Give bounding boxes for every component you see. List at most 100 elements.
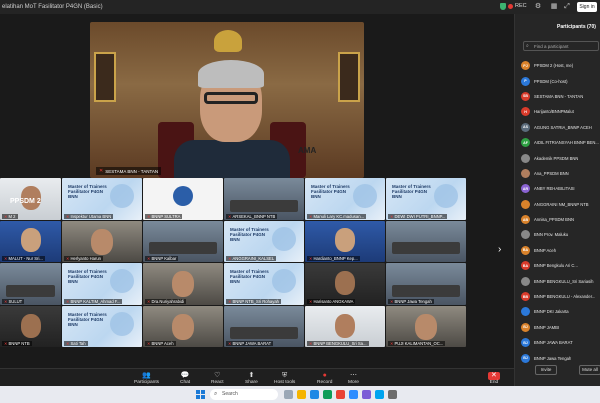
participant-video-tile[interactable]: ✕ BNNP BENGKULU_Sri Sa...	[305, 305, 385, 347]
participant-list-item[interactable]: SB SESTAMA BNN - TANTAN	[521, 89, 600, 104]
participant-list-item[interactable]: AS AGUNG SATRIA_BNNP ACEH	[521, 120, 600, 135]
active-speaker-video[interactable]: AMA ✕ SESTAMA BNN - TANTAN	[90, 22, 364, 178]
participant-name: BNNP DKI Jakarta	[534, 309, 569, 315]
participant-video-tile[interactable]: Master of Trainers Fasilitator P4GN BNN ✕…	[305, 178, 385, 220]
taskbar-search-box[interactable]: ⌕ Search	[210, 389, 278, 400]
tile-name-label: ✕ BNNP Kalbar	[145, 256, 179, 261]
participant-list-item[interactable]: AR ANBY REHABILITASI	[521, 181, 600, 196]
chat-button[interactable]: 💬 Chat	[180, 369, 190, 387]
participant-list-item[interactable]: PJ PPSDM 2 (Host, me)	[521, 58, 600, 73]
participant-video-tile[interactable]: ✕ Hardianto_BNNP Kep...	[305, 220, 385, 262]
participant-search-input[interactable]: ⌕ Find a participant	[523, 41, 599, 51]
participant-list-item[interactable]: BA BNNP Aceh	[521, 243, 600, 258]
participant-video-tile[interactable]: ✕ BNNP NTB	[0, 305, 61, 347]
participant-video-tile[interactable]: Master of Trainers Fasilitator P4GN BNN ✕…	[224, 263, 304, 305]
participant-video-tile[interactable]: Master of Trainers Fasilitator P4GN BNN ✕…	[62, 178, 142, 220]
participant-video-tile[interactable]: Master of Trainers Fasilitator P4GN BNN ✕…	[62, 305, 142, 347]
tile-name: ANGGRAINI_KALSEL	[232, 256, 275, 261]
participant-name: Ana_PPSDM BNN	[534, 170, 569, 176]
tile-name-label: ✕ SULUT	[2, 298, 25, 304]
window-titlebar: elatihan MoT Fasilitator P4GN (Basic) RE…	[0, 0, 600, 14]
participant-video-tile[interactable]: ✕ Harisanto ANGKAWA	[305, 263, 385, 305]
participant-video-tile[interactable]: Master of Trainers Fasilitator P4GN BNN ✕…	[386, 178, 466, 220]
participant-video-tile[interactable]: ✕ Herlyanto Harun	[62, 220, 142, 262]
participant-video-tile[interactable]: ✕ BNNP Aceh	[143, 305, 223, 347]
participant-list-item[interactable]: BB BNNP BENGKULU - Alexander...	[521, 289, 600, 304]
participant-video-tile[interactable]: ✕ PUJI KALIMANTAN_OC...	[386, 305, 466, 347]
end-label: End	[489, 379, 499, 385]
participant-list-item[interactable]: ANGGRAINI NM_BNNP NTB	[521, 197, 600, 212]
mic-muted-icon: ✕	[147, 298, 151, 304]
participant-list-item[interactable]: H Harijanto/BNNPMalut	[521, 104, 600, 119]
tile-poster-text: Master of Trainers Fasilitator P4GN BNN	[392, 184, 431, 199]
participant-list-item[interactable]: P PPSDM (Co-host)	[521, 73, 600, 88]
window-title: elatihan MoT Fasilitator P4GN (Basic)	[2, 4, 103, 10]
react-button[interactable]: ♡ React	[211, 369, 224, 387]
tile-poster-text: Master of Trainers Fasilitator P4GN BNN	[68, 269, 107, 284]
participant-video-tile[interactable]	[386, 220, 466, 262]
expand-icon[interactable]: ⤢	[563, 3, 571, 11]
participant-video-tile[interactable]: ✕ BNNP Kalbar	[143, 220, 223, 262]
record-label: Record	[317, 379, 333, 385]
app-icon-2[interactable]	[388, 390, 397, 399]
tile-name-label: ✕ ANGGRAINI_KALSEL	[226, 256, 277, 261]
zoom-app-icon[interactable]	[349, 390, 358, 399]
participant-name: Annisa_PPSDM BNN	[534, 217, 575, 223]
mute-all-button[interactable]: Mute all	[579, 365, 600, 375]
avatar	[521, 230, 530, 240]
participant-video-tile[interactable]: Master of Trainers Fasilitator P4GN BNN ✕…	[224, 220, 304, 262]
speaker-view-icon[interactable]: ▦	[550, 3, 558, 11]
participant-list-item[interactable]: Ana_PPSDM BNN	[521, 166, 600, 181]
participant-list-item[interactable]: AF AIDIL FITRIANSYAH BNNP BEN...	[521, 135, 600, 150]
participant-list-item[interactable]: BA BNNP Bengkulu Ari C...	[521, 258, 600, 273]
file-explorer-icon[interactable]	[297, 390, 306, 399]
participant-video-tile[interactable]: ✕ SULUT	[0, 263, 61, 305]
participant-list-item[interactable]: BJ BNNP JAWA BARAT	[521, 335, 600, 350]
participant-video-tile[interactable]	[467, 220, 480, 262]
settings-icon[interactable]: ⚙	[534, 3, 542, 11]
participant-list-item[interactable]: Akademik PPSDM BNN	[521, 150, 600, 165]
participant-video-tile[interactable]	[467, 305, 480, 347]
more-button[interactable]: ⋯ More	[348, 369, 359, 387]
participant-video-tile[interactable]: ✕ BNNP Jawa Tengah	[386, 263, 466, 305]
app-icon[interactable]	[362, 390, 371, 399]
participant-video-tile[interactable]	[467, 263, 480, 305]
participant-video-tile[interactable]: ✕ Dra.Nuriyahrabidi	[143, 263, 223, 305]
avatar: BJ	[521, 322, 530, 332]
end-button[interactable]: ✕ End	[488, 369, 500, 387]
wall-lettering: AMA	[298, 146, 317, 155]
windows-start-icon[interactable]	[196, 390, 205, 399]
record-button[interactable]: ● Record	[317, 369, 332, 387]
participant-video-tile[interactable]: ✕ MALUT - Nur Sri...	[0, 220, 61, 262]
participant-list-item[interactable]: BNN Prov. Maluku	[521, 227, 600, 242]
share-button[interactable]: ⬆ Share	[245, 369, 258, 387]
participants-button[interactable]: 👥 Participants	[134, 369, 159, 387]
mic-muted-icon: ✕	[309, 298, 313, 304]
shield-icon: ⛨	[282, 371, 288, 379]
mic-muted-icon: ✕	[66, 256, 70, 261]
edge-browser-icon[interactable]	[310, 390, 319, 399]
chat-label: Chat	[180, 379, 191, 385]
mic-muted-icon: ✕	[4, 213, 8, 219]
participant-list-item[interactable]: BJ BNNP JAMBI	[521, 320, 600, 335]
tile-name: BNNP NTB	[8, 341, 30, 346]
participant-video-tile[interactable]: ✕ BNNP JAWA BARAT	[224, 305, 304, 347]
tile-name-label: ✕ Sati Tah	[64, 341, 88, 346]
participant-video-tile[interactable]: ✕ ARSEKAL_BNNP NTB	[224, 178, 304, 220]
participant-list-item[interactable]: BNNP DKI Jakarta	[521, 304, 600, 319]
next-page-arrow-icon[interactable]: ›	[498, 244, 501, 255]
taskview-icon[interactable]	[284, 390, 293, 399]
participant-list-item[interactable]: AB Annisa_PPSDM BNN	[521, 212, 600, 227]
outlook-icon[interactable]	[375, 390, 384, 399]
participant-video-tile[interactable]: Master of Trainers Fasilitator P4GN BNN ✕…	[62, 263, 142, 305]
participant-list-item[interactable]: BJ BNNP Jawa Tengah	[521, 350, 600, 365]
mic-muted-icon: ✕	[228, 213, 232, 219]
participant-video-tile[interactable]: ✕ BNNP SULTRA	[143, 178, 223, 220]
host-tools-button[interactable]: ⛨ Host tools	[274, 369, 295, 387]
store-icon[interactable]	[323, 390, 332, 399]
participant-list-item[interactable]: BNNP BENGKULU_Sri Sariasih	[521, 273, 600, 288]
sign-in-button[interactable]: Sign in	[577, 2, 597, 12]
chrome-browser-icon[interactable]	[336, 390, 345, 399]
participant-video-tile[interactable]	[467, 178, 480, 220]
invite-button[interactable]: Invite	[535, 365, 557, 375]
